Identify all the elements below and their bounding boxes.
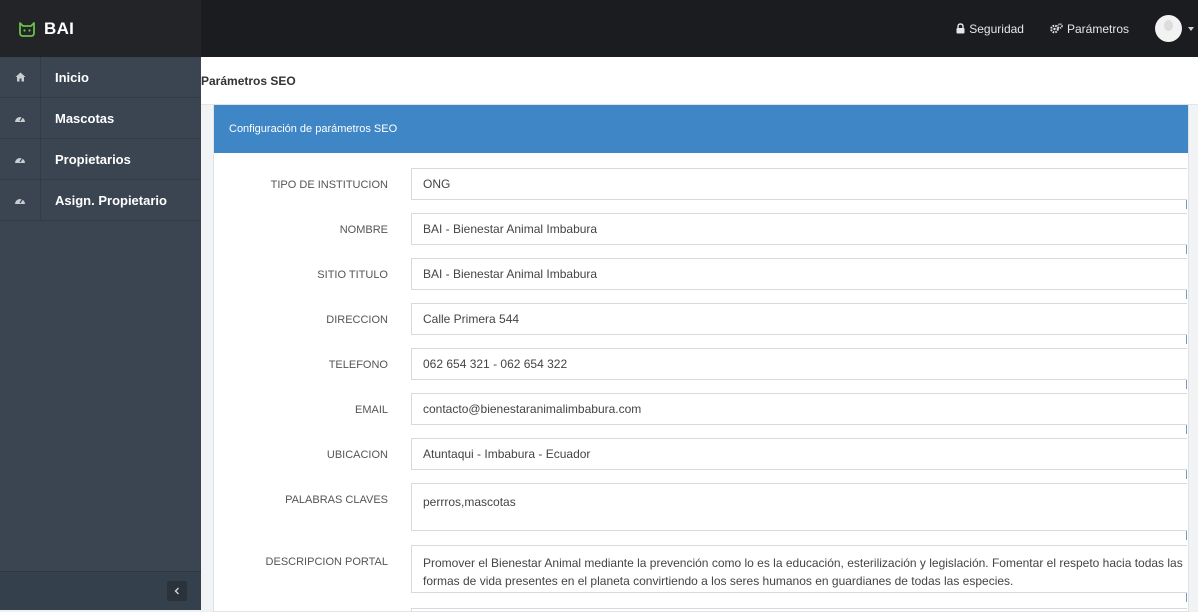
nav-seguridad[interactable]: Seguridad (956, 22, 1024, 36)
nav-parametros[interactable]: Parámetros (1050, 22, 1129, 36)
page-title: Parámetros SEO (201, 74, 296, 88)
nav-parametros-label: Parámetros (1066, 21, 1129, 36)
field-label: DIRECCION (326, 314, 388, 326)
lock-icon (956, 23, 965, 34)
sitio-titulo-input[interactable]: BAI - Bienestar Animal Imbabura (411, 258, 1187, 290)
top-navbar: BAI Seguridad Parámetros (0, 0, 1198, 57)
dashboard-icon (15, 198, 25, 204)
cat-icon (19, 21, 35, 37)
sidebar-item-label: Asign. Propietario (55, 192, 167, 208)
user-menu[interactable] (1155, 15, 1194, 42)
field-label: PALABRAS CLAVES (285, 494, 388, 506)
sidebar-item-label: Propietarios (55, 151, 131, 167)
telefono-input[interactable]: 062 654 321 - 062 654 322 (411, 348, 1187, 380)
gears-icon (1050, 23, 1063, 34)
sidebar-item-mascotas[interactable]: Mascotas (0, 98, 201, 139)
sidebar-item-propietarios[interactable]: Propietarios (0, 139, 201, 180)
dashboard-icon (15, 157, 25, 163)
field-label: NOMBRE (339, 224, 388, 236)
top-nav: Seguridad Parámetros (956, 0, 1198, 57)
breadcrumb: Parámetros SEO (201, 57, 1198, 105)
field-label: UBICACION (326, 449, 388, 461)
sidebar-item-asign-propietario[interactable]: Asign. Propietario (0, 180, 201, 221)
sidebar-collapse-button[interactable] (167, 581, 187, 601)
dashboard-icon (15, 116, 25, 122)
descripcion-portal-textarea[interactable]: Promover el Bienestar Animal mediante la… (411, 545, 1187, 593)
email-input[interactable]: contacto@bienestaranimalimbabura.com (411, 393, 1187, 425)
field-label: DESCRIPCION PORTAL (265, 556, 388, 568)
sidebar-item-inicio[interactable]: Inicio (0, 57, 201, 98)
chevron-left-icon (174, 587, 179, 595)
seo-panel: Configuración de parámetros SEO TIPO DE … (213, 104, 1189, 612)
brand-name: BAI (44, 18, 75, 38)
direccion-input[interactable]: Calle Primera 544 (411, 303, 1187, 335)
field-label: SITIO TITULO (317, 269, 388, 281)
avatar (1155, 15, 1182, 42)
home-icon (15, 72, 25, 82)
panel-title: Configuración de parámetros SEO (229, 123, 398, 135)
sidebar-item-label: Inicio (55, 69, 89, 85)
nav-seguridad-label: Seguridad (969, 21, 1024, 36)
brand[interactable]: BAI (0, 0, 201, 57)
panel-header: Configuración de parámetros SEO (214, 105, 1188, 153)
sidebar-footer (0, 571, 201, 610)
palabras-claves-textarea[interactable]: perrros,mascotas (411, 483, 1187, 531)
field-label: EMAIL (354, 404, 388, 416)
nombre-input[interactable]: BAI - Bienestar Animal Imbabura (411, 213, 1187, 245)
tipo-institucion-input[interactable]: ONG (411, 168, 1187, 200)
ubicacion-input[interactable]: Atuntaqui - Imbabura - Ecuador (411, 438, 1187, 470)
sidebar: Inicio Mascotas Propietarios Asign. Prop… (0, 57, 201, 610)
field-label: TELEFONO (328, 359, 388, 371)
field-label: TIPO DE INSTITUCION (270, 179, 388, 191)
caret-down-icon (1188, 26, 1194, 31)
main-content: Parámetros SEO Configuración de parámetr… (201, 57, 1198, 612)
sidebar-item-label: Mascotas (55, 110, 115, 126)
